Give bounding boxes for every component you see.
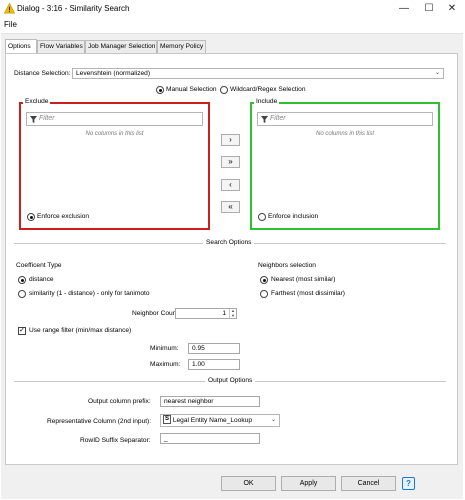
neighbor-count-spinner[interactable]: 1 ▲ ▼ xyxy=(175,308,237,319)
neighbor-count-label: Neighbor Count: xyxy=(132,310,181,317)
range-filter-checkbox[interactable]: ✓ xyxy=(18,327,26,335)
tab-bar: Options Flow Variables Job Manager Selec… xyxy=(5,39,225,53)
include-filter-input[interactable]: Filter xyxy=(257,112,433,126)
include-empty-message: No columns in this list xyxy=(315,131,375,137)
filter-icon xyxy=(30,116,37,123)
range-filter-label: Use range filter (min/max distance) xyxy=(29,327,132,334)
wildcard-selection-radio[interactable] xyxy=(220,86,228,94)
add-all-button[interactable]: » xyxy=(221,156,240,168)
search-options-heading: Search Options xyxy=(203,239,255,246)
remove-button[interactable]: ‹ xyxy=(221,179,240,191)
enforce-inclusion-label: Enforce inclusion xyxy=(268,213,319,220)
coefficient-type-label: Coefficent Type xyxy=(16,262,62,269)
distance-label: distance xyxy=(29,276,54,283)
menu-bar xyxy=(0,18,465,32)
enforce-exclusion-radio[interactable] xyxy=(27,213,35,221)
exclude-title: Exclude xyxy=(23,98,51,105)
help-button[interactable]: ? xyxy=(402,477,415,490)
output-options-heading: Output Options xyxy=(205,377,256,384)
tab-flow-variables[interactable]: Flow Variables xyxy=(37,40,85,53)
cancel-button[interactable]: Cancel xyxy=(341,476,396,491)
representative-column-label: Representative Column (2nd input): xyxy=(47,418,152,425)
include-filter-placeholder: Filter xyxy=(270,115,286,122)
distance-selection-label: Distance Selection: xyxy=(14,70,71,77)
distance-radio[interactable] xyxy=(18,276,26,284)
minimize-button[interactable]: — xyxy=(393,1,415,16)
minimum-input[interactable]: 0.95 xyxy=(188,343,240,354)
filter-icon xyxy=(261,116,268,123)
output-prefix-input[interactable]: nearest neighbor xyxy=(160,396,260,407)
distance-selection-value: Levenshtein (normalized) xyxy=(76,70,151,77)
rowid-suffix-input[interactable]: _ xyxy=(160,433,260,444)
output-prefix-label: Output column prefix: xyxy=(88,398,151,405)
maximize-button[interactable]: ☐ xyxy=(418,1,440,16)
menu-file[interactable]: File xyxy=(4,20,17,29)
farthest-radio[interactable] xyxy=(260,290,268,298)
neighbor-count-value: 1 xyxy=(222,310,226,317)
manual-selection-radio[interactable] xyxy=(156,86,164,94)
distance-selection-dropdown[interactable]: Levenshtein (normalized) ⌄ xyxy=(72,68,444,79)
apply-button[interactable]: Apply xyxy=(281,476,336,491)
window-title: Dialog - 3:16 - Similarity Search xyxy=(17,4,130,13)
neighbors-selection-label: Neighbors selection xyxy=(258,262,316,269)
tab-job-manager-selection[interactable]: Job Manager Selection xyxy=(85,40,157,53)
exclude-empty-message: No columns in this list xyxy=(85,131,144,137)
similarity-label: similarity (1 - distance) - only for tan… xyxy=(29,290,150,297)
add-button[interactable]: › xyxy=(221,134,240,146)
include-title: Include xyxy=(254,98,280,105)
maximum-label: Maximum: xyxy=(150,361,181,368)
similarity-radio[interactable] xyxy=(18,290,26,298)
chevron-down-icon: ⌄ xyxy=(270,417,276,423)
spinner-arrows-icon[interactable]: ▲ ▼ xyxy=(229,308,236,318)
close-button[interactable]: ✕ xyxy=(441,1,463,16)
farthest-label: Farthest (most dissimilar) xyxy=(271,290,346,297)
exclude-filter-input[interactable]: Filter xyxy=(26,112,203,126)
exclude-filter-placeholder: Filter xyxy=(39,115,55,122)
minimum-label: Minimum: xyxy=(150,345,179,352)
enforce-inclusion-radio[interactable] xyxy=(258,213,266,221)
string-type-icon: S xyxy=(163,415,171,425)
enforce-exclusion-label: Enforce exclusion xyxy=(37,213,90,220)
maximum-input[interactable]: 1.00 xyxy=(188,359,240,370)
rowid-suffix-label: RowID Suffix Separator: xyxy=(80,437,151,444)
warning-icon xyxy=(4,3,15,14)
representative-column-value: Legal Entity Name_Lookup xyxy=(172,417,253,424)
tab-memory-policy[interactable]: Memory Policy xyxy=(157,40,206,53)
manual-selection-label: Manual Selection xyxy=(166,86,217,93)
wildcard-selection-label: Wildcard/Regex Selection xyxy=(230,86,306,93)
representative-column-dropdown[interactable]: S Legal Entity Name_Lookup ⌄ xyxy=(160,414,280,427)
chevron-down-icon: ⌄ xyxy=(434,70,440,76)
ok-button[interactable]: OK xyxy=(221,476,276,491)
nearest-label: Nearest (most similar) xyxy=(271,276,336,283)
remove-all-button[interactable]: « xyxy=(221,201,240,213)
nearest-radio[interactable] xyxy=(260,276,268,284)
tab-options[interactable]: Options xyxy=(5,39,37,53)
